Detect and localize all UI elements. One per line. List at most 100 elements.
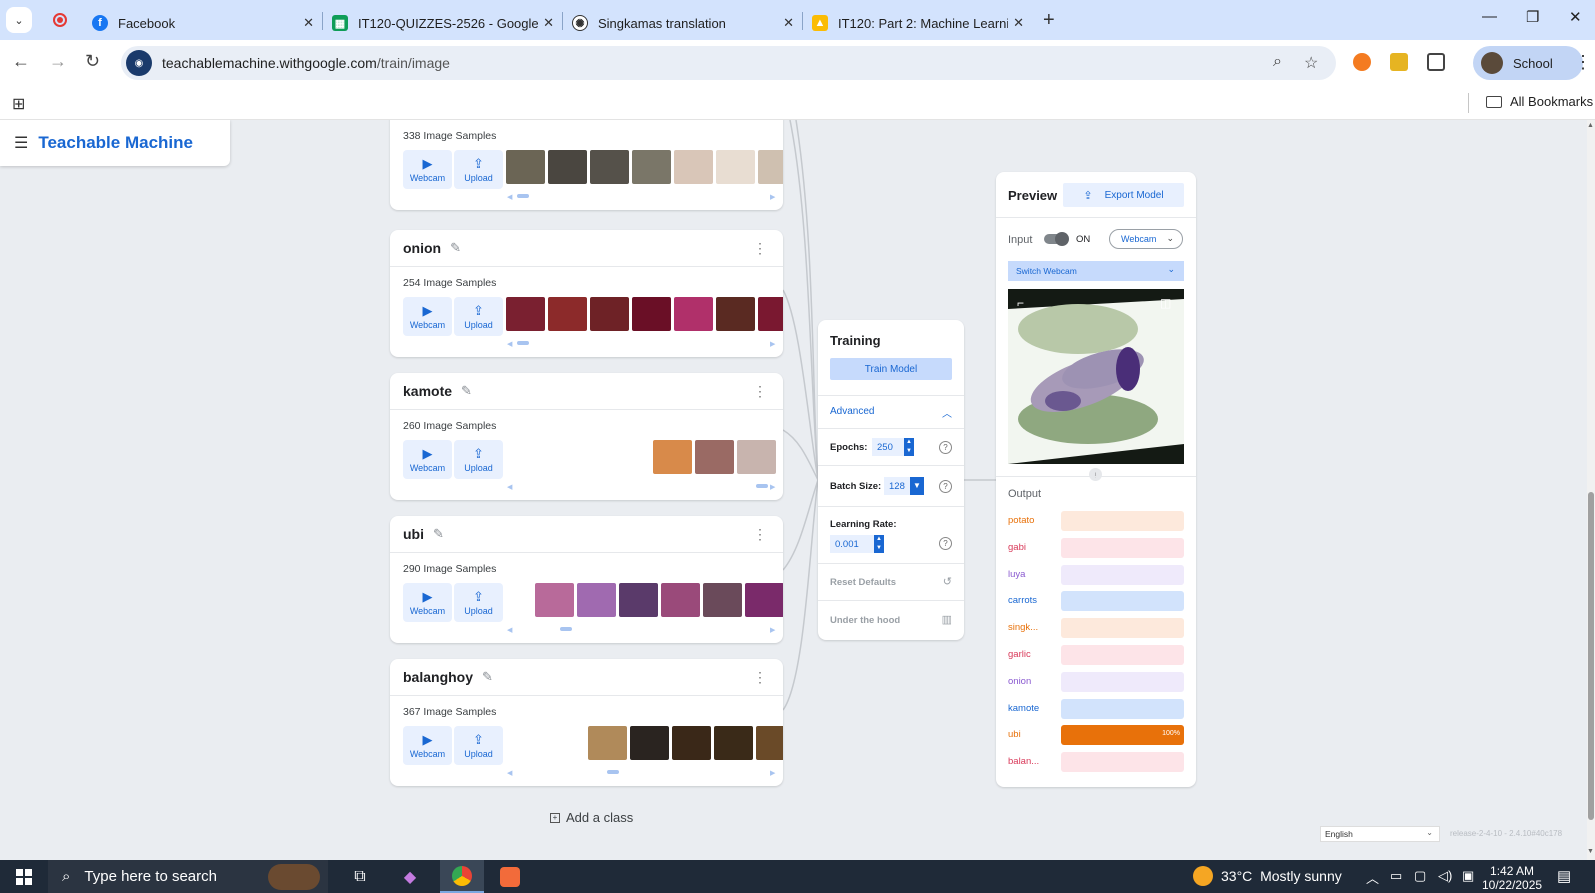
extension-icon[interactable] (1353, 53, 1371, 71)
close-tab-icon[interactable]: ✕ (783, 15, 794, 31)
chrome-menu-icon[interactable]: ⋮ (1574, 52, 1592, 73)
sample-thumbnail[interactable] (506, 297, 545, 331)
notification-icon[interactable]: ▤ (1557, 867, 1571, 885)
thumb-scrollbar[interactable] (756, 484, 768, 488)
crop-icon[interactable]: ⌐ (1017, 296, 1024, 310)
taskbar-search[interactable]: ⌕ Type here to search (48, 860, 328, 893)
upload-button[interactable]: ⇪ Upload (454, 440, 503, 479)
class-options-icon[interactable]: ⋮ (753, 526, 767, 543)
sample-thumbnail[interactable] (661, 583, 700, 617)
upload-button[interactable]: ⇪ Upload (454, 150, 503, 189)
edit-pencil-icon[interactable]: ✎ (433, 526, 444, 542)
learning-rate-stepper[interactable]: ▲ ▼ (874, 535, 884, 553)
close-window-button[interactable]: ✕ (1569, 8, 1582, 26)
class-options-icon[interactable]: ⋮ (753, 383, 767, 400)
scroll-left-icon[interactable]: ◀ (507, 193, 512, 201)
class-name[interactable]: ubi (403, 526, 424, 542)
tab-singkamas[interactable]: ✺ Singkamas translation ✕ (562, 6, 802, 40)
sample-thumbnail[interactable] (758, 297, 783, 331)
scroll-right-icon[interactable]: ▶ (770, 769, 775, 777)
extension-icon[interactable] (1390, 53, 1408, 71)
network-icon[interactable]: ▭ (1390, 868, 1402, 884)
webcam-button[interactable]: ▶ Webcam (403, 726, 452, 765)
tab-google-sheets[interactable]: ▦ IT120-QUIZZES-2526 - Google Sheets ✕ (322, 6, 562, 40)
help-icon[interactable]: ? (939, 480, 952, 493)
weather-widget[interactable]: 33°C Mostly sunny (1193, 866, 1342, 886)
flip-camera-icon[interactable]: ◫ (1160, 296, 1171, 310)
under-the-hood-row[interactable]: Under the hood ▥ (818, 600, 964, 640)
sample-thumbnail[interactable] (506, 150, 545, 184)
extensions-puzzle-icon[interactable] (1427, 53, 1445, 71)
scroll-left-icon[interactable]: ◀ (507, 340, 512, 348)
sample-thumbnail[interactable] (632, 297, 671, 331)
upload-button[interactable]: ⇪ Upload (454, 297, 503, 336)
sample-thumbnail[interactable] (672, 726, 711, 760)
learning-rate-input[interactable]: 0.001 (830, 535, 874, 553)
site-info-icon[interactable]: ◉ (126, 50, 152, 76)
sample-thumbnail[interactable] (674, 297, 713, 331)
sample-thumbnail[interactable] (695, 440, 734, 474)
menu-icon[interactable]: ☰ (14, 133, 28, 153)
advanced-toggle[interactable]: Advanced ︿ (818, 395, 964, 428)
language-select[interactable]: English ⌄ (1320, 826, 1440, 842)
sample-thumbnail[interactable] (745, 583, 783, 617)
system-clock[interactable]: 1:42 AM 10/22/2025 (1482, 864, 1542, 892)
close-tab-icon[interactable]: ✕ (303, 15, 314, 31)
sample-thumbnail[interactable] (548, 297, 587, 331)
url-text[interactable]: teachablemachine.withgoogle.com/train/im… (162, 55, 450, 71)
all-bookmarks-button[interactable]: All Bookmarks (1486, 94, 1593, 109)
sample-thumbnail[interactable] (548, 150, 587, 184)
webcam-button[interactable]: ▶ Webcam (403, 440, 452, 479)
input-source-select[interactable]: Webcam ⌄ (1109, 229, 1183, 249)
webcam-button[interactable]: ▶ Webcam (403, 583, 452, 622)
help-icon[interactable]: ? (939, 441, 952, 454)
sample-thumbnail[interactable] (619, 583, 658, 617)
epochs-input[interactable]: 250 (872, 438, 904, 456)
scroll-right-icon[interactable]: ▶ (770, 483, 775, 491)
sample-thumbnail[interactable] (577, 583, 616, 617)
display-icon[interactable]: ▢ (1414, 868, 1426, 884)
edit-pencil-icon[interactable]: ✎ (482, 669, 493, 685)
scrollbar-thumb[interactable] (1588, 492, 1594, 820)
tab-search-button[interactable]: ⌄ (6, 7, 32, 33)
scroll-left-icon[interactable]: ◀ (507, 483, 512, 491)
copilot-icon[interactable]: ◆ (388, 860, 432, 893)
address-bar[interactable]: ◉ teachablemachine.withgoogle.com/train/… (121, 46, 1336, 80)
forward-button[interactable]: → (49, 51, 67, 72)
export-model-button[interactable]: ⇪ Export Model (1063, 183, 1184, 207)
epochs-stepper[interactable]: ▲ ▼ (904, 438, 914, 456)
edit-pencil-icon[interactable]: ✎ (450, 240, 461, 256)
thumb-scrollbar[interactable] (517, 341, 529, 345)
scroll-right-icon[interactable]: ▶ (770, 340, 775, 348)
sample-thumbnail[interactable] (756, 726, 783, 760)
class-options-icon[interactable]: ⋮ (753, 669, 767, 686)
sample-thumbnail[interactable] (714, 726, 753, 760)
sample-thumbnail[interactable] (653, 440, 692, 474)
restore-button[interactable]: ❐ (1526, 8, 1539, 26)
close-tab-icon[interactable]: ✕ (1013, 15, 1024, 31)
sample-thumbnail[interactable] (716, 297, 755, 331)
scroll-left-icon[interactable]: ◀ (507, 769, 512, 777)
class-name[interactable]: onion (403, 240, 441, 256)
batch-size-select[interactable]: 128 (884, 477, 910, 495)
back-button[interactable]: ← (12, 51, 30, 72)
class-name[interactable]: kamote (403, 383, 452, 399)
input-toggle[interactable] (1044, 232, 1069, 246)
thumb-scrollbar[interactable] (607, 770, 619, 774)
profile-button[interactable]: School (1473, 46, 1583, 80)
sample-thumbnail[interactable] (632, 150, 671, 184)
webcam-button[interactable]: ▶ Webcam (403, 297, 452, 336)
sample-thumbnail[interactable] (590, 150, 629, 184)
sample-thumbnail[interactable] (588, 726, 627, 760)
sample-thumbnail[interactable] (737, 440, 776, 474)
new-tab-button[interactable]: + (1043, 9, 1055, 32)
windows-start-icon[interactable] (16, 869, 32, 885)
tab-facebook[interactable]: f Facebook ✕ (82, 6, 322, 40)
app-taskbar-icon[interactable] (488, 860, 532, 893)
class-options-icon[interactable]: ⋮ (753, 240, 767, 257)
sample-thumbnail[interactable] (535, 583, 574, 617)
tray-chevron-icon[interactable]: ︿ (1366, 868, 1379, 887)
class-name[interactable]: balanghoy (403, 669, 473, 685)
tab-it120-part2[interactable]: ▲ IT120: Part 2: Machine Learning ✕ (802, 6, 1032, 40)
bookmark-star-icon[interactable]: ☆ (1304, 53, 1318, 73)
